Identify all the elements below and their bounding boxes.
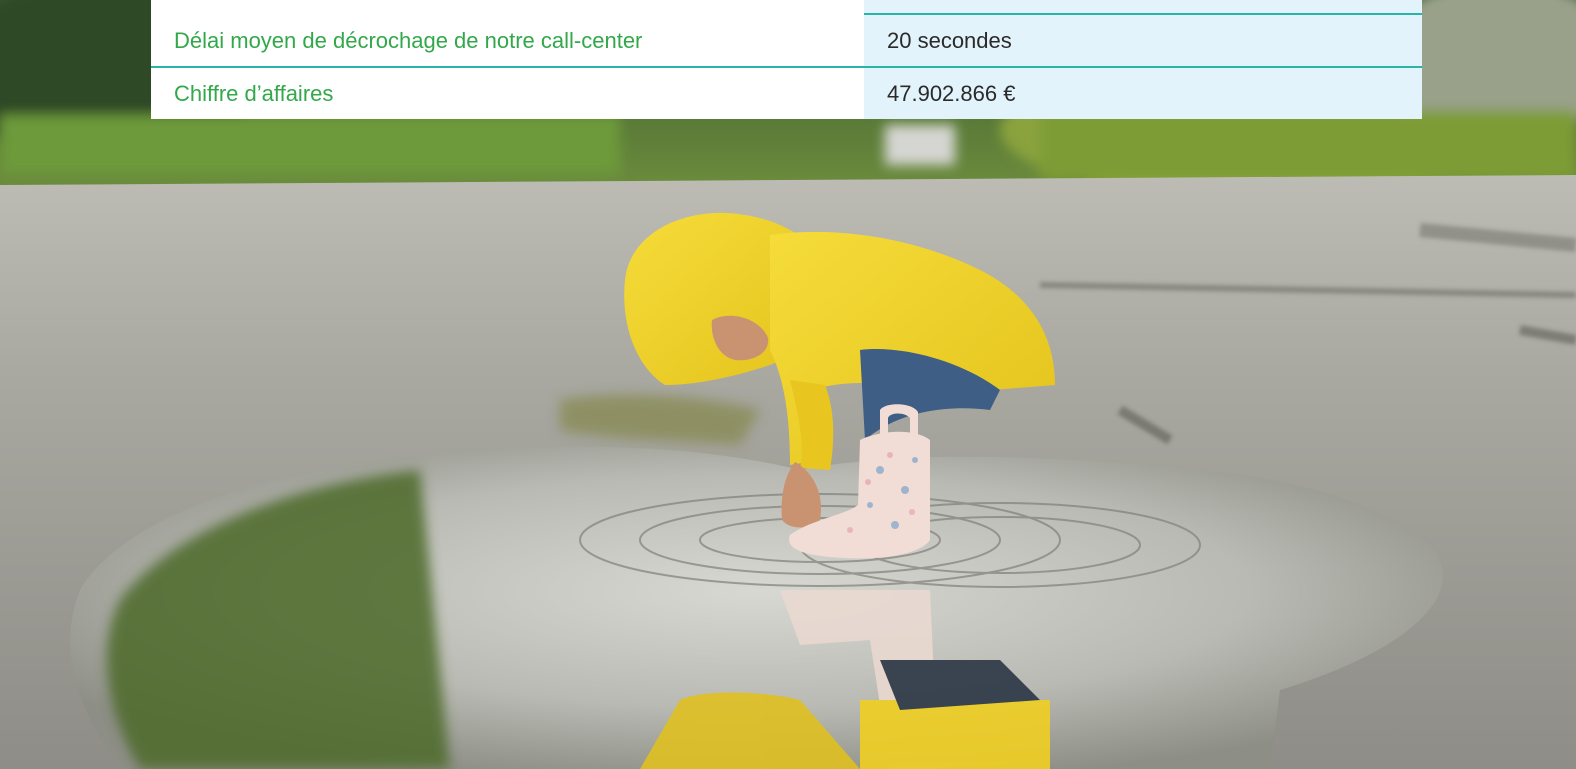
table-row: Délai moyen de décrochage de notre call-… (151, 15, 1422, 66)
stat-value-revenue: 47.902.866 € (864, 68, 1422, 119)
table-row: Chiffre d’affaires 47.902.866 € (151, 68, 1422, 119)
page: Délai moyen de décrochage de notre call-… (0, 0, 1576, 769)
stat-label-revenue: Chiffre d’affaires (151, 68, 864, 119)
stats-table: Délai moyen de décrochage de notre call-… (151, 0, 1422, 120)
stat-label-call-center-delay: Délai moyen de décrochage de notre call-… (151, 15, 864, 66)
stat-value-call-center-delay: 20 secondes (864, 15, 1422, 66)
table-top-cap (151, 0, 1422, 14)
